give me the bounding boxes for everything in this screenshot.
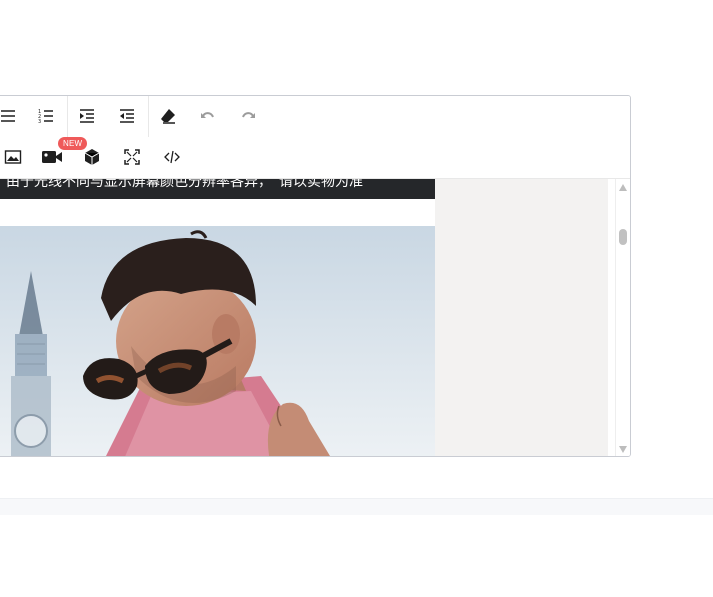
indent-icon[interactable]	[72, 101, 102, 131]
toolbar-row-2: NEW	[0, 137, 630, 179]
toolbar-divider	[67, 96, 68, 137]
image-icon[interactable]	[0, 142, 28, 172]
document-page: 由于光线不同与显示屏幕颜色分辨率各异， 请以实物为准	[0, 179, 435, 456]
banner-text-block: 由于光线不同与显示屏幕颜色分辨率各异， 请以实物为准	[0, 179, 435, 199]
editor-content-area[interactable]: 由于光线不同与显示屏幕颜色分辨率各异， 请以实物为准	[0, 179, 608, 456]
scroll-up-arrow-icon[interactable]	[619, 184, 627, 191]
3d-box-icon[interactable]	[77, 142, 107, 172]
fullscreen-icon[interactable]	[117, 142, 147, 172]
ordered-list-icon[interactable]: 123	[31, 101, 61, 131]
banner-text: 由于光线不同与显示屏幕颜色分辨率各异， 请以实物为准	[6, 179, 363, 189]
toolbar-row-1: 123	[0, 96, 630, 138]
scroll-down-arrow-icon[interactable]	[619, 446, 627, 453]
eraser-icon[interactable]	[153, 101, 183, 131]
rich-text-editor: 123 NEW 由于光线不同与显示屏幕颜色分辨率各异， 请以实物为准	[0, 95, 631, 457]
footer-divider	[0, 498, 713, 515]
undo-icon[interactable]	[193, 101, 223, 131]
align-justify-icon[interactable]	[0, 101, 23, 131]
scroll-thumb[interactable]	[619, 229, 627, 245]
toolbar-divider	[148, 96, 149, 137]
outdent-icon[interactable]	[112, 101, 142, 131]
code-icon[interactable]	[157, 142, 187, 172]
redo-icon[interactable]	[233, 101, 263, 131]
product-photo	[0, 226, 435, 456]
svg-text:3: 3	[38, 119, 41, 125]
vertical-scrollbar[interactable]	[615, 179, 630, 456]
